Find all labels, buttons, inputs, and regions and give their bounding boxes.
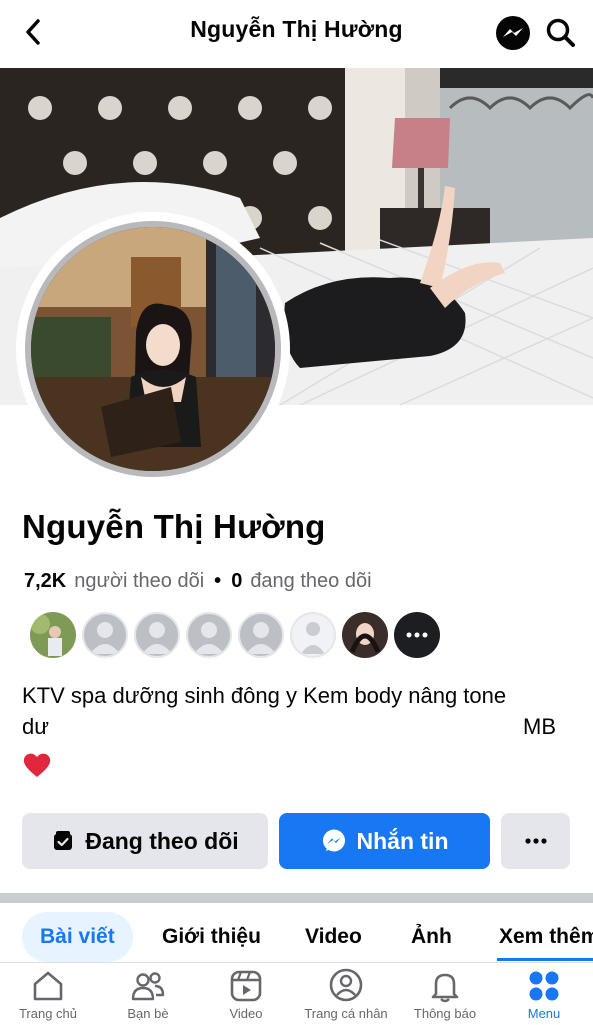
nav-friends-label: Bạn bè xyxy=(127,1006,169,1021)
video-icon xyxy=(230,970,262,1002)
messenger-icon xyxy=(496,16,530,50)
heart-emoji-icon xyxy=(22,750,52,780)
bell-icon xyxy=(431,973,459,1003)
bio-line-2-start: dư xyxy=(22,714,49,739)
profile-avatar[interactable] xyxy=(16,212,290,486)
more-options-button[interactable] xyxy=(501,813,570,869)
tab-indicator xyxy=(497,958,593,961)
nav-notifications-label: Thông báo xyxy=(413,1006,477,1021)
nav-video-label: Video xyxy=(229,1006,263,1021)
nav-menu[interactable]: Menu xyxy=(504,963,584,1025)
profile-picture xyxy=(25,221,281,477)
bio-line-1: KTV spa dưỡng sinh đông y Kem body nâng … xyxy=(22,683,507,708)
top-bar: Nguyễn Thị Hường xyxy=(0,0,593,66)
more-friends-button[interactable] xyxy=(394,612,440,658)
followers-count[interactable]: 7,2K xyxy=(24,570,66,593)
messenger-icon xyxy=(321,828,347,854)
nav-home[interactable]: Trang chủ xyxy=(8,963,88,1025)
nav-friends[interactable]: Bạn bè xyxy=(108,963,188,1025)
message-button[interactable]: Nhắn tin xyxy=(279,813,490,869)
profile-tabs: Bài viết Giới thiệu Video Ảnh Xem thêm xyxy=(0,912,593,962)
following-button-label: Đang theo dõi xyxy=(85,827,239,854)
tab-video[interactable]: Video xyxy=(305,912,362,962)
friend-avatar-placeholder[interactable] xyxy=(186,612,232,658)
back-button[interactable] xyxy=(18,14,48,50)
friend-avatar[interactable] xyxy=(342,612,388,658)
nav-video[interactable]: Video xyxy=(206,963,286,1025)
home-icon xyxy=(33,971,63,1001)
chevron-left-icon xyxy=(26,19,40,45)
nav-menu-label: Menu xyxy=(527,1006,561,1021)
following-count[interactable]: 0 xyxy=(231,570,242,593)
nav-home-label: Trang chủ xyxy=(18,1006,78,1021)
menu-icon xyxy=(529,971,559,1001)
search-icon xyxy=(546,18,575,47)
friend-avatar-placeholder[interactable] xyxy=(290,612,336,658)
friend-avatar-placeholder[interactable] xyxy=(82,612,128,658)
separator-dot: • xyxy=(214,570,222,592)
friends-icon xyxy=(131,972,165,1001)
nav-profile-label: Trang cá nhân xyxy=(304,1006,388,1021)
nav-notifications[interactable]: Thông báo xyxy=(404,963,486,1025)
following-label[interactable]: đang theo dõi xyxy=(250,570,371,593)
section-divider xyxy=(0,893,593,903)
tab-photos[interactable]: Ảnh xyxy=(411,912,452,962)
profile-name: Nguyễn Thị Hường xyxy=(22,508,326,545)
more-dots-icon xyxy=(406,632,428,638)
tab-posts[interactable]: Bài viết xyxy=(22,912,133,962)
following-check-icon xyxy=(51,829,75,853)
more-dots-icon xyxy=(524,838,547,844)
bottom-navigation: Trang chủ Bạn bè Video Trang cá nhân Thô… xyxy=(0,962,593,1025)
tab-see-more[interactable]: Xem thêm xyxy=(499,912,593,962)
message-button-label: Nhắn tin xyxy=(356,827,449,854)
following-button[interactable]: Đang theo dõi xyxy=(22,813,268,869)
followers-label[interactable]: người theo dõi xyxy=(74,570,204,593)
friend-avatar[interactable] xyxy=(30,612,76,658)
bio-line-2-end: MB xyxy=(523,714,556,739)
friend-avatar-placeholder[interactable] xyxy=(238,612,284,658)
search-button[interactable] xyxy=(542,14,580,52)
follow-stats: 7,2K người theo dõi • 0 đang theo dõi xyxy=(24,570,372,593)
nav-profile[interactable]: Trang cá nhân xyxy=(296,963,396,1025)
bio-line-2: dư MB xyxy=(22,714,582,750)
friends-avatars[interactable] xyxy=(30,612,446,660)
tab-about[interactable]: Giới thiệu xyxy=(162,912,261,962)
messenger-button[interactable] xyxy=(494,14,532,52)
friend-avatar-placeholder[interactable] xyxy=(134,612,180,658)
profile-icon xyxy=(329,968,363,1002)
